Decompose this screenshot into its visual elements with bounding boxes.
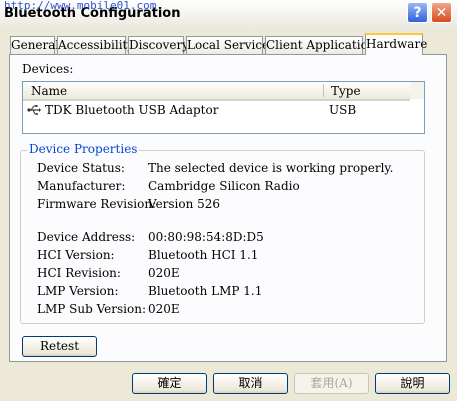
lmp-sub-version-value: 020E — [148, 302, 180, 316]
tab-accessibility[interactable]: Accessibility — [57, 36, 134, 54]
tab-hardware[interactable]: Hardware — [365, 33, 427, 55]
device-address-value: 00:80:98:54:8D:D5 — [148, 230, 264, 244]
column-header-name[interactable]: Name — [31, 83, 67, 99]
list-header: Name Type — [23, 82, 410, 101]
device-properties-group: Device Properties Device Status: The sel… — [20, 142, 425, 324]
device-address-label: Device Address: — [37, 230, 136, 244]
device-status-value: The selected device is working properly. — [148, 161, 394, 175]
question-icon: ? — [413, 4, 422, 21]
tab-local-services[interactable]: Local Services — [186, 36, 275, 54]
title-bar: Bluetooth Configuration http://www.mobil… — [0, 0, 457, 30]
hci-revision-value: 020E — [148, 266, 180, 280]
manufacturer-value: Cambridge Silicon Radio — [148, 179, 300, 193]
tab-client-applications[interactable]: Client Applications — [265, 36, 382, 54]
hci-version-label: HCI Version: — [37, 248, 115, 262]
help-button[interactable]: 說明 — [375, 373, 450, 394]
ok-button[interactable]: 確定 — [132, 373, 207, 394]
close-button[interactable]: ✕ — [431, 2, 452, 23]
devices-label: Devices: — [22, 62, 74, 76]
retest-button[interactable]: Retest — [22, 336, 97, 357]
hci-version-value: Bluetooth HCI 1.1 — [148, 248, 259, 262]
hardware-panel: Devices: Name Type TDK Bluetooth USB Ada… — [9, 54, 447, 362]
device-status-label: Device Status: — [37, 161, 125, 175]
close-icon: ✕ — [435, 4, 448, 21]
hci-revision-label: HCI Revision: — [37, 266, 121, 280]
column-divider[interactable] — [323, 84, 324, 97]
list-scroll-corner — [410, 82, 424, 99]
lmp-version-value: Bluetooth LMP 1.1 — [148, 284, 263, 298]
list-item[interactable]: TDK Bluetooth USB Adaptor USB — [23, 102, 410, 118]
tab-general[interactable]: General — [10, 36, 59, 54]
usb-icon — [27, 105, 41, 115]
lmp-version-label: LMP Version: — [37, 284, 119, 298]
apply-button[interactable]: 套用(A) — [294, 373, 369, 394]
device-type: USB — [329, 103, 357, 117]
manufacturer-label: Manufacturer: — [37, 179, 126, 193]
firmware-revision-label: Firmware Revision: — [37, 197, 157, 211]
help-title-button[interactable]: ? — [407, 2, 428, 23]
watermark-text: http://www.mobile01.com — [4, 0, 157, 12]
group-title: Device Properties — [27, 142, 140, 156]
column-header-type[interactable]: Type — [331, 83, 361, 99]
firmware-revision-value: Version 526 — [148, 197, 221, 211]
device-name: TDK Bluetooth USB Adaptor — [45, 103, 219, 117]
lmp-sub-version-label: LMP Sub Version: — [37, 302, 146, 316]
cancel-button[interactable]: 取消 — [213, 373, 288, 394]
tab-discovery[interactable]: Discovery — [128, 36, 189, 54]
devices-list[interactable]: Name Type TDK Bluetooth USB Adaptor USB — [22, 81, 425, 134]
